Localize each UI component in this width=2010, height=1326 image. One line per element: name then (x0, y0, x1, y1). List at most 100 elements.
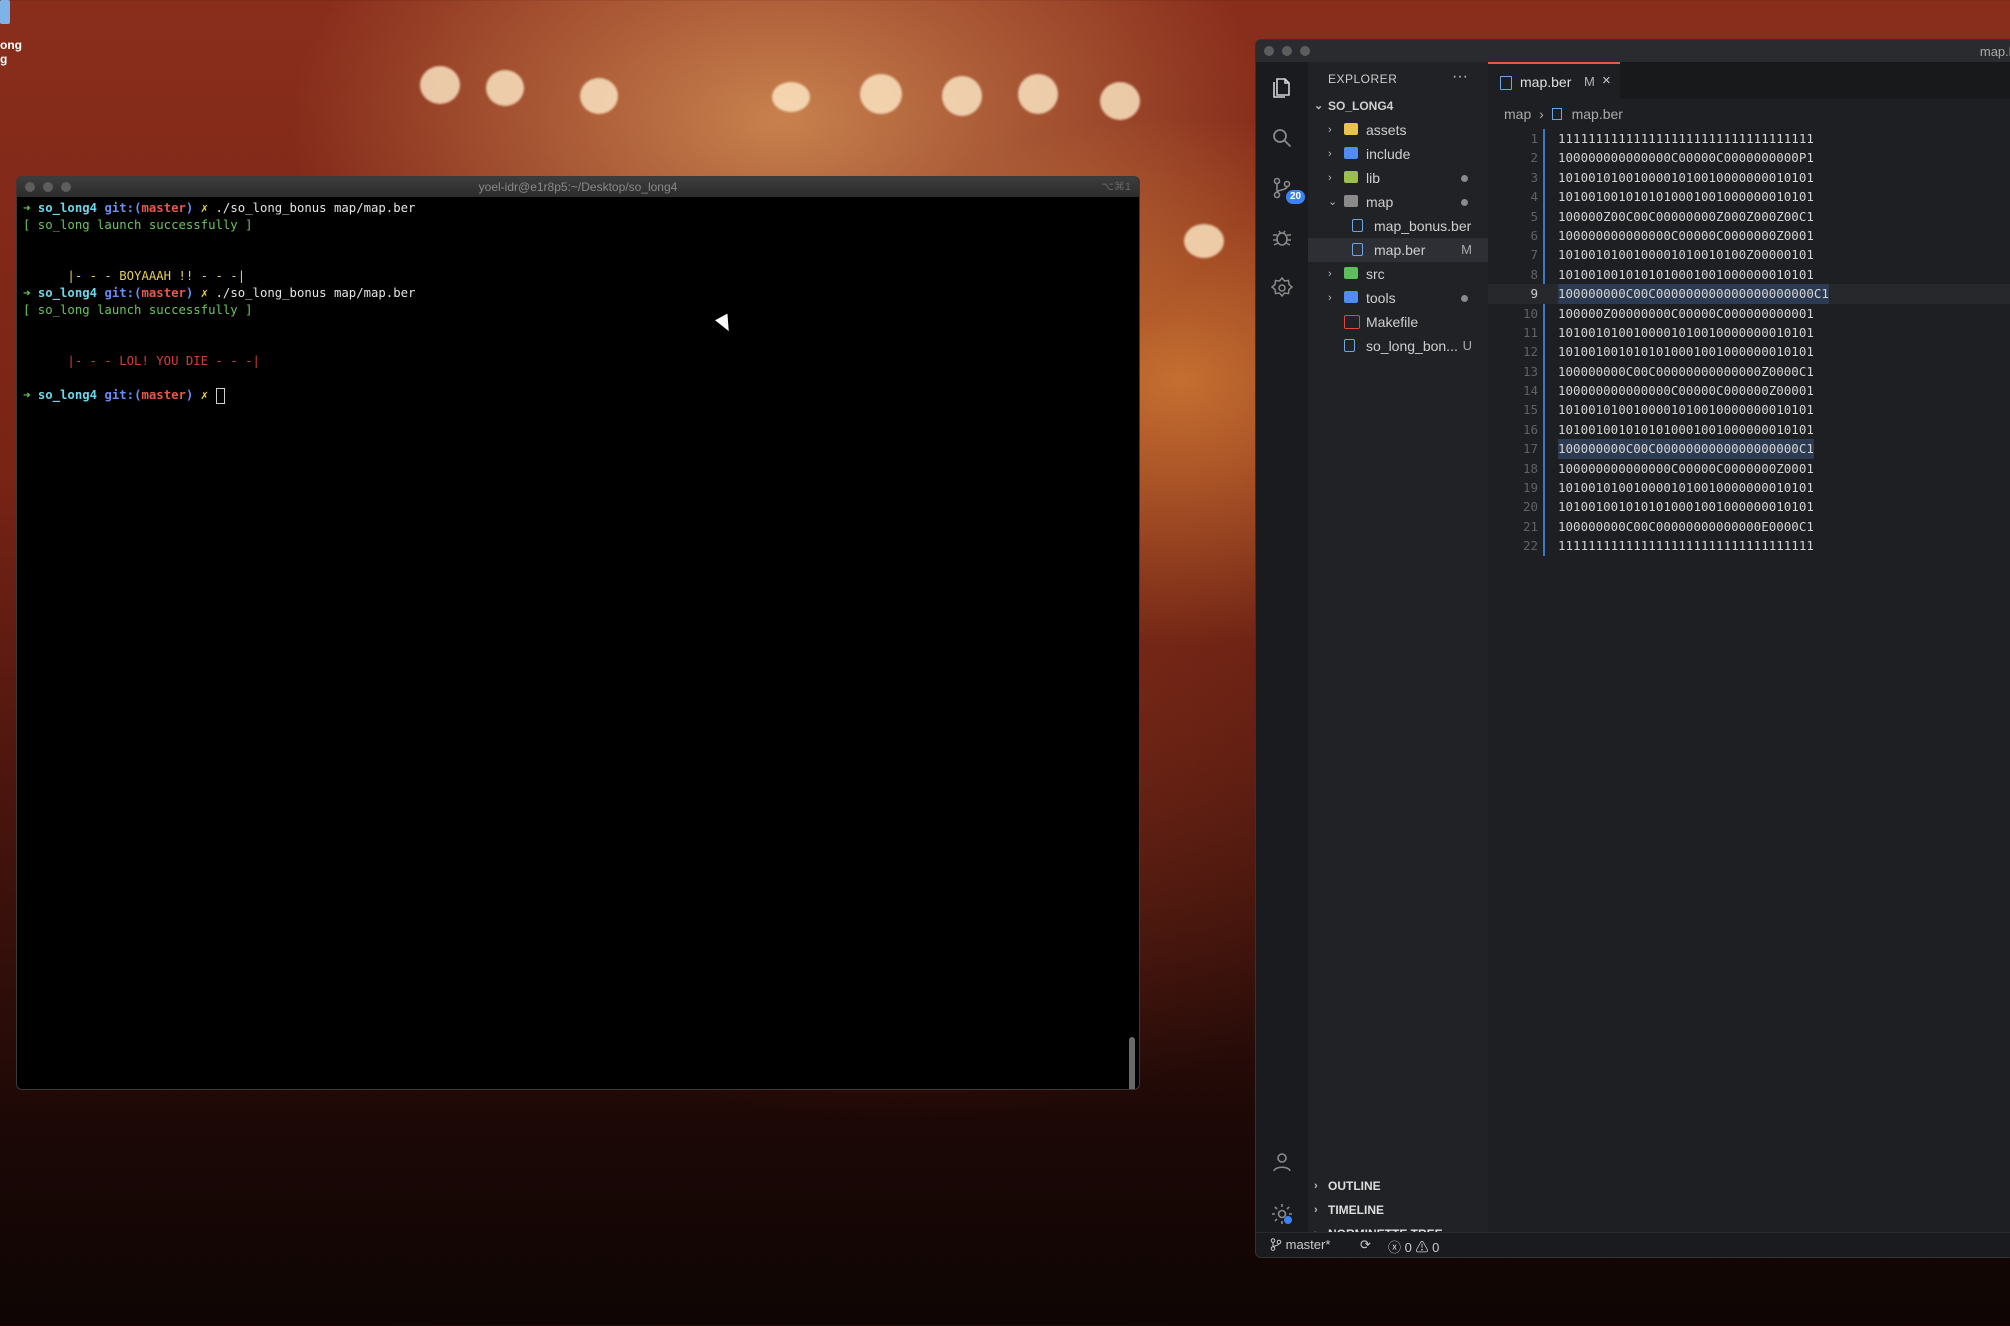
terminal-window[interactable]: yoel-idr@e1r8p5:~/Desktop/so_long4 ⌥⌘1 ➜… (16, 176, 1140, 1090)
tree-item-assets[interactable]: › assets (1308, 118, 1488, 142)
code-text: 1010010100100001010010000000010101 (1558, 324, 1814, 340)
tree-item-map-ber[interactable]: map.ber M (1308, 238, 1488, 262)
manage-gear-icon[interactable] (1270, 1202, 1294, 1226)
code-text: 100000Z00C00C00000000Z000Z000Z00C1 (1558, 208, 1814, 224)
terminal-command: ./so_long_bonus map/map.ber (208, 286, 416, 300)
tree-item-lib[interactable]: › lib (1308, 166, 1488, 190)
chevron-right-icon: › (1314, 1180, 1318, 1192)
code-line[interactable]: 12 1010010010101010001001000000010101 (1488, 342, 2010, 361)
debug-icon[interactable] (1270, 226, 1294, 250)
code-text: 1010010100100001010010000000010101 (1558, 480, 1814, 496)
timeline-section[interactable]: › TIMELINE (1308, 1198, 1488, 1222)
zoom-window-button[interactable] (1300, 46, 1310, 56)
folder-icon (1344, 291, 1358, 303)
code-line[interactable]: 3 1010010100100001010010000000010101 (1488, 168, 2010, 187)
tree-item-map-bonus-ber[interactable]: map_bonus.ber (1308, 214, 1488, 238)
chevron-right-icon: › (1328, 268, 1332, 280)
search-icon[interactable] (1270, 126, 1294, 150)
code-text: 1010010010101010001001000000010101 (1558, 499, 1814, 515)
sync-icon[interactable]: ⟳ (1360, 1237, 1371, 1253)
prompt-directory: so_long4 (37, 201, 98, 215)
terminal-line: ➜ so_long4 git:(master) ✗ ./so_long_bonu… (23, 285, 1133, 302)
terminal-titlebar[interactable]: yoel-idr@e1r8p5:~/Desktop/so_long4 ⌥⌘1 (17, 177, 1139, 197)
tree-item-label: tools (1366, 290, 1396, 306)
code-line[interactable]: 6 100000000000000C00000C0000000Z0001 (1488, 226, 2010, 245)
breadcrumb-file[interactable]: map.ber (1572, 106, 1623, 122)
tree-item-include[interactable]: › include (1308, 142, 1488, 166)
vscode-titlebar[interactable]: map.b (1256, 40, 2010, 63)
source-control-icon[interactable]: 20 (1270, 176, 1306, 204)
stage-light (580, 78, 618, 114)
tree-item-label: map (1366, 194, 1394, 210)
code-line[interactable]: 4 1010010010101010001001000000010101 (1488, 187, 2010, 206)
tree-item-makefile[interactable]: Makefile (1308, 310, 1488, 334)
tree-item-tools[interactable]: › tools (1308, 286, 1488, 310)
terminal-scrollbar[interactable] (1129, 1037, 1135, 1089)
line-number: 18 (1522, 460, 1538, 476)
code-line[interactable]: 1 1111111111111111111111111111111111 (1488, 129, 2010, 148)
prompt-branch: master (141, 201, 186, 215)
code-text: 1010010010101010001001000000010101 (1558, 189, 1814, 205)
code-line[interactable]: 13 100000000C00C00000000000000Z0000C1 (1488, 362, 2010, 381)
code-line[interactable]: 5 100000Z00C00C00000000Z000Z000Z00C1 (1488, 207, 2010, 226)
terminal-line: ➜ so_long4 git:(master) ✗ ./so_long_bonu… (23, 200, 1133, 217)
tree-item-label: Makefile (1366, 314, 1419, 330)
prompt-directory: so_long4 (37, 388, 98, 402)
code-text: 1010010100100001010010000000010101 (1558, 169, 1814, 185)
code-line[interactable]: 14 100000000000000C00000C000000Z00001 (1488, 381, 2010, 400)
minimize-window-button[interactable] (1282, 46, 1292, 56)
close-window-button[interactable] (1264, 46, 1274, 56)
tab-map-ber[interactable]: map.ber M × (1488, 62, 1620, 101)
code-text: 1111111111111111111111111111111111 (1558, 131, 1814, 146)
code-line[interactable]: 15 1010010100100001010010000000010101 (1488, 400, 2010, 419)
files-icon[interactable] (1270, 76, 1294, 100)
extensions-icon[interactable] (1270, 276, 1294, 300)
terminal-output[interactable]: ➜ so_long4 git:(master) ✗ ./so_long_bonu… (17, 197, 1139, 407)
code-line[interactable]: 2 100000000000000C00000C0000000000P1 (1488, 148, 2010, 167)
tree-item-src[interactable]: › src (1308, 262, 1488, 286)
stage-light (772, 82, 810, 112)
line-number: 3 (1530, 169, 1538, 185)
breadcrumb-folder[interactable]: map (1504, 106, 1531, 122)
code-line[interactable]: 20 1010010010101010001001000000010101 (1488, 497, 2010, 516)
code-line[interactable]: 8 1010010010101010001001000000010101 (1488, 265, 2010, 284)
code-line[interactable]: 16 1010010010101010001001000000010101 (1488, 420, 2010, 439)
workspace-root[interactable]: ⌄ SO_LONG4 (1308, 94, 1488, 118)
git-branch-status[interactable]: master* (1270, 1237, 1330, 1252)
tree-item-map[interactable]: ⌄ map (1308, 190, 1488, 214)
code-editor[interactable]: 1 1111111111111111111111111111111111 2 1000… (1488, 129, 2010, 556)
code-line[interactable]: 22 1111111111111111111111111111111111 (1488, 536, 2010, 555)
line-number: 2 (1530, 150, 1538, 166)
desktop-file-icon[interactable] (0, 0, 10, 24)
code-line[interactable]: 9 100000000C00C000000000000000000000C1 (1488, 284, 2010, 304)
tree-item-so-long-bon-[interactable]: so_long_bon... U (1308, 334, 1488, 358)
editor-area[interactable]: map.ber M × map › map.ber 1 1111111111111… (1488, 62, 2010, 1233)
close-tab-icon[interactable]: × (1602, 72, 1611, 89)
terminal-input[interactable] (208, 388, 215, 402)
folder-icon (1344, 171, 1358, 183)
stage-light (942, 76, 982, 116)
code-line[interactable]: 10 100000Z00000000C00000C000000000001 (1488, 304, 2010, 323)
more-actions-icon[interactable]: ··· (1452, 68, 1468, 86)
code-line[interactable]: 11 1010010100100001010010000000010101 (1488, 323, 2010, 342)
outline-section[interactable]: › OUTLINE (1308, 1174, 1488, 1198)
prompt-dirty-marker: ✗ (200, 201, 209, 215)
terminal-line: |- - - LOL! YOU DIE - - -| (23, 353, 1133, 370)
vscode-window[interactable]: map.b 20 EXPLORER ··· ⌄ SO_LONG4 (1255, 39, 2010, 1258)
line-number: 12 (1522, 344, 1538, 360)
account-icon[interactable] (1270, 1150, 1294, 1174)
code-line[interactable]: 21 100000000C00C00000000000000E0000C1 (1488, 517, 2010, 536)
folder-icon (1344, 267, 1358, 279)
code-line[interactable]: 18 100000000000000C00000C0000000Z0001 (1488, 459, 2010, 478)
makefile-icon (1344, 315, 1360, 329)
line-number: 21 (1522, 518, 1538, 534)
line-number: 5 (1530, 208, 1538, 224)
problems-status[interactable]: ⓧ 0 ⚠ 0 (1388, 1237, 1439, 1256)
code-line[interactable]: 7 1010010100100001010010100Z00000101 (1488, 245, 2010, 264)
breadcrumb[interactable]: map › map.ber (1504, 106, 1623, 122)
code-line[interactable]: 19 1010010100100001010010000000010101 (1488, 478, 2010, 497)
code-line[interactable]: 17 100000000C00C0000000000000000000C1 (1488, 439, 2010, 459)
